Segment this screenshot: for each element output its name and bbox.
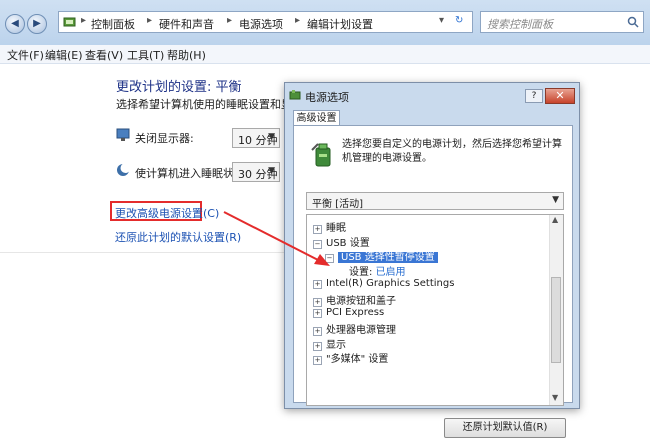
- tree-item-pci-express[interactable]: + PCI Express: [313, 307, 384, 318]
- tree-item-processor-power[interactable]: + 处理器电源管理: [313, 321, 396, 336]
- expand-icon[interactable]: +: [313, 309, 322, 318]
- menu-view[interactable]: 查看(V): [85, 47, 123, 63]
- chevron-down-icon: ▼: [268, 166, 275, 176]
- collapse-icon[interactable]: −: [325, 254, 334, 263]
- tree-item-label: PCI Express: [326, 307, 385, 318]
- scroll-up-icon[interactable]: ▲: [552, 215, 558, 224]
- power-plan-select[interactable]: 平衡 [活动] ▼: [306, 192, 564, 210]
- help-button[interactable]: ?: [525, 89, 543, 103]
- setting-label: 设置:: [349, 267, 373, 278]
- tree-item-usb-settings[interactable]: − USB 设置: [313, 234, 370, 249]
- collapse-icon[interactable]: −: [313, 240, 322, 249]
- advanced-power-settings-link[interactable]: 更改高级电源设置(C): [115, 205, 219, 221]
- monitor-icon: [116, 128, 130, 141]
- tree-item-label: 电源按钮和盖子: [326, 296, 396, 307]
- search-icon[interactable]: [627, 16, 639, 28]
- sleep-moon-icon: [117, 163, 130, 176]
- menu-help[interactable]: 帮助(H): [167, 47, 206, 63]
- menu-file[interactable]: 文件(F): [7, 47, 44, 63]
- expand-icon[interactable]: +: [313, 327, 322, 336]
- control-panel-icon: [63, 17, 76, 27]
- expand-icon[interactable]: +: [313, 225, 322, 234]
- search-input[interactable]: 搜索控制面板: [487, 16, 553, 32]
- setting-value[interactable]: 已启用: [376, 267, 406, 278]
- breadcrumb-separator-icon: ▸: [81, 15, 87, 26]
- tree-item-intel-graphics[interactable]: + Intel(R) Graphics Settings: [313, 278, 454, 289]
- forward-button[interactable]: ▶: [27, 14, 47, 34]
- battery-plug-icon: [311, 143, 331, 167]
- breadcrumb-separator-icon: ▸: [147, 15, 153, 26]
- breadcrumb-item-control-panel[interactable]: 控制面板: [91, 16, 135, 32]
- menu-tools[interactable]: 工具(T): [127, 47, 164, 63]
- divider: [0, 252, 288, 253]
- tree-item-label: 睡眠: [326, 223, 346, 234]
- breadcrumb-item-edit-plan[interactable]: 编辑计划设置: [307, 16, 373, 32]
- chevron-down-icon: ▼: [268, 132, 275, 142]
- expand-icon[interactable]: +: [313, 298, 322, 307]
- breadcrumb-item-power-options[interactable]: 电源选项: [239, 16, 283, 32]
- tree-scrollbar[interactable]: ▲ ▼: [549, 215, 563, 405]
- tree-item-label: Intel(R) Graphics Settings: [326, 278, 455, 289]
- sleep-select[interactable]: 30 分钟 ▼: [232, 162, 280, 182]
- tree-item-sleep[interactable]: + 睡眠: [313, 219, 346, 234]
- tree-item-display[interactable]: + 显示: [313, 336, 346, 351]
- explorer-toolbar: ◀ ▶ ▸ 控制面板 ▸ 硬件和声音 ▸ 电源选项 ▸ 编辑计划设置 ▾ ↻ 搜…: [0, 0, 650, 45]
- close-button[interactable]: ✕: [545, 88, 575, 104]
- breadcrumb-separator-icon: ▸: [295, 15, 301, 26]
- restore-defaults-link[interactable]: 还原此计划的默认设置(R): [115, 229, 241, 245]
- search-box[interactable]: 搜索控制面板: [480, 11, 644, 33]
- restore-plan-defaults-button[interactable]: 还原计划默认值(R): [444, 418, 566, 438]
- display-off-select[interactable]: 10 分钟 ▼: [232, 128, 280, 148]
- tree-item-usb-selective-suspend[interactable]: − USB 选择性暂停设置: [325, 248, 438, 263]
- menu-bar: 文件(F) 编辑(E) 查看(V) 工具(T) 帮助(H): [0, 45, 650, 64]
- display-off-label: 关闭显示器:: [135, 132, 194, 145]
- breadcrumb-item-hardware-sound[interactable]: 硬件和声音: [159, 16, 214, 32]
- tab-advanced-settings[interactable]: 高级设置: [293, 110, 340, 126]
- settings-tree[interactable]: + 睡眠 − USB 设置 − USB 选择性暂停设置 设置: 已启用 + Intel(…: [306, 214, 564, 406]
- chevron-down-icon: ▼: [552, 195, 559, 205]
- plan-description: 选择您要自定义的电源计划，然后选择您希望计算机管理的电源设置。: [342, 139, 562, 164]
- page-title: 更改计划的设置: 平衡: [116, 80, 242, 95]
- back-arrow-icon: ◀: [11, 18, 19, 29]
- dialog-title: 电源选项: [305, 91, 349, 104]
- menu-edit[interactable]: 编辑(E): [45, 47, 83, 63]
- expand-icon[interactable]: +: [313, 280, 322, 289]
- address-dropdown-icon[interactable]: ▾: [439, 15, 444, 26]
- forward-arrow-icon: ▶: [33, 18, 41, 29]
- power-plan-value: 平衡 [活动]: [312, 199, 363, 210]
- tree-item-label-selected: USB 选择性暂停设置: [338, 252, 438, 263]
- scroll-down-icon[interactable]: ▼: [552, 393, 558, 402]
- back-button[interactable]: ◀: [5, 14, 25, 34]
- tree-item-multimedia[interactable]: + "多媒体" 设置: [313, 350, 388, 365]
- tree-item-power-buttons-lid[interactable]: + 电源按钮和盖子: [313, 292, 396, 307]
- scrollbar-thumb[interactable]: [551, 277, 561, 363]
- tree-item-setting-value[interactable]: 设置: 已启用: [349, 263, 406, 278]
- power-options-dialog: 电源选项 ? ✕ 高级设置 选择您要自定义的电源计划，然后选择您希望计算机管理的…: [284, 82, 580, 438]
- tree-item-label: "多媒体" 设置: [326, 354, 389, 365]
- tree-item-label: 处理器电源管理: [326, 325, 396, 336]
- refresh-icon[interactable]: ↻: [455, 15, 463, 26]
- power-options-icon: [289, 90, 301, 100]
- address-bar[interactable]: ▸ 控制面板 ▸ 硬件和声音 ▸ 电源选项 ▸ 编辑计划设置 ▾ ↻: [58, 11, 473, 33]
- breadcrumb-separator-icon: ▸: [227, 15, 233, 26]
- expand-icon[interactable]: +: [313, 356, 322, 365]
- close-icon: ✕: [555, 89, 565, 102]
- advanced-settings-panel: 选择您要自定义的电源计划，然后选择您希望计算机管理的电源设置。 平衡 [活动] …: [293, 125, 573, 438]
